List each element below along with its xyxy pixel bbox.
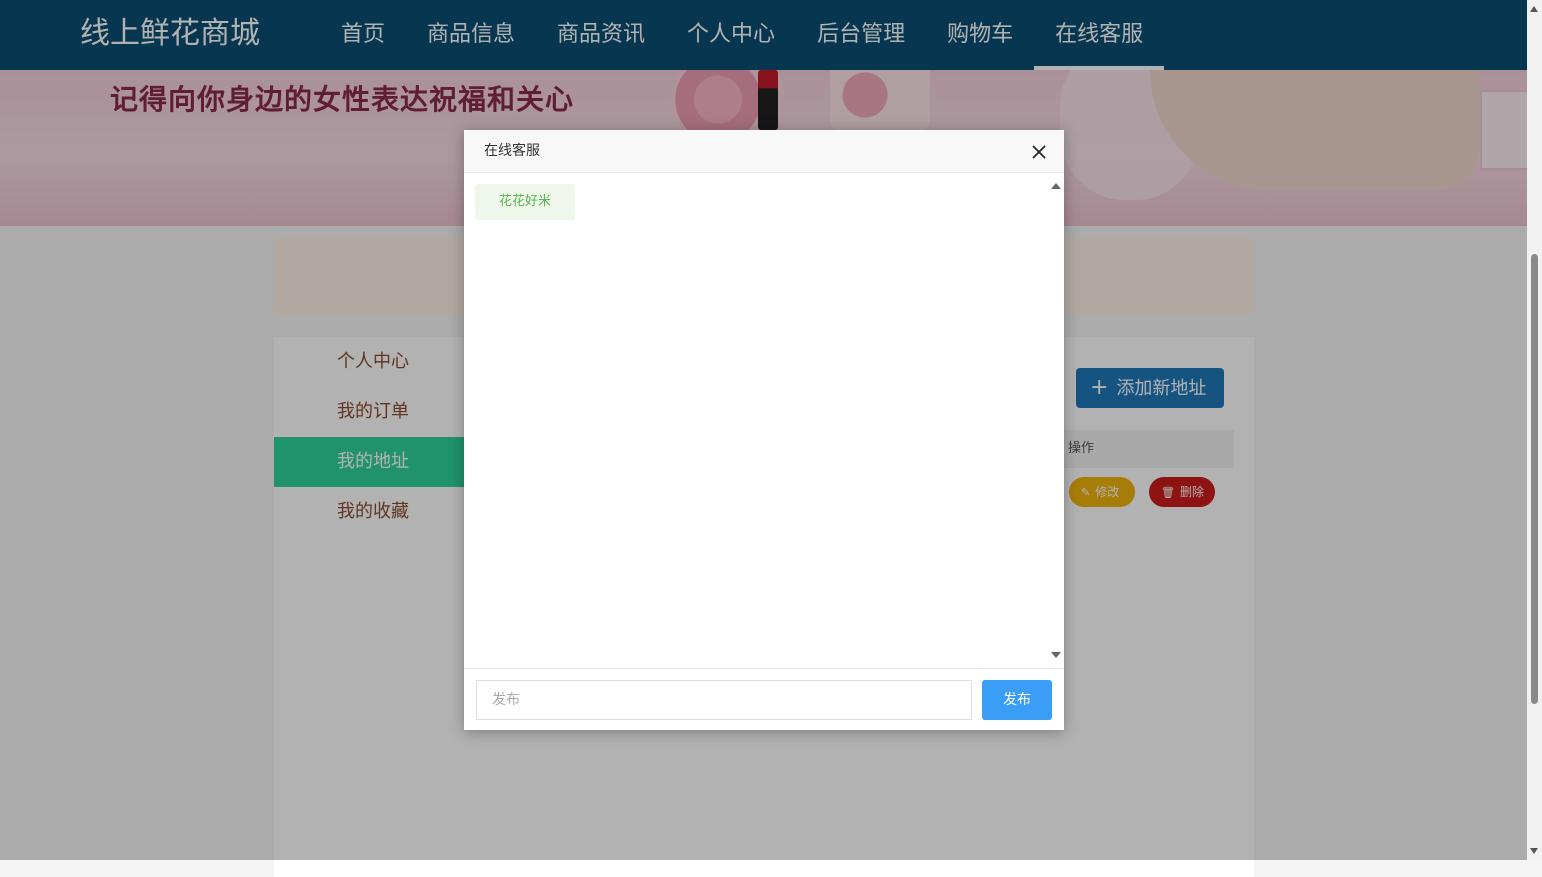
scroll-thumb[interactable]: [1531, 254, 1538, 704]
dialog-title: 在线客服: [484, 143, 540, 159]
close-icon[interactable]: [1028, 141, 1050, 163]
chat-message: 花花好米: [475, 184, 575, 220]
chat-messages-area[interactable]: 花花好米: [464, 173, 1064, 669]
chat-scroll-up-arrow[interactable]: [1051, 183, 1061, 189]
chat-scroll-down-arrow[interactable]: [1051, 652, 1061, 658]
scroll-up-arrow[interactable]: [1530, 6, 1538, 12]
send-button[interactable]: 发布: [982, 680, 1052, 720]
dialog-header: 在线客服: [464, 130, 1064, 173]
page-scrollbar[interactable]: [1527, 0, 1542, 860]
scroll-down-arrow[interactable]: [1530, 848, 1538, 854]
message-input[interactable]: [476, 680, 972, 720]
customer-service-dialog: 在线客服 花花好米 发布: [464, 130, 1064, 730]
